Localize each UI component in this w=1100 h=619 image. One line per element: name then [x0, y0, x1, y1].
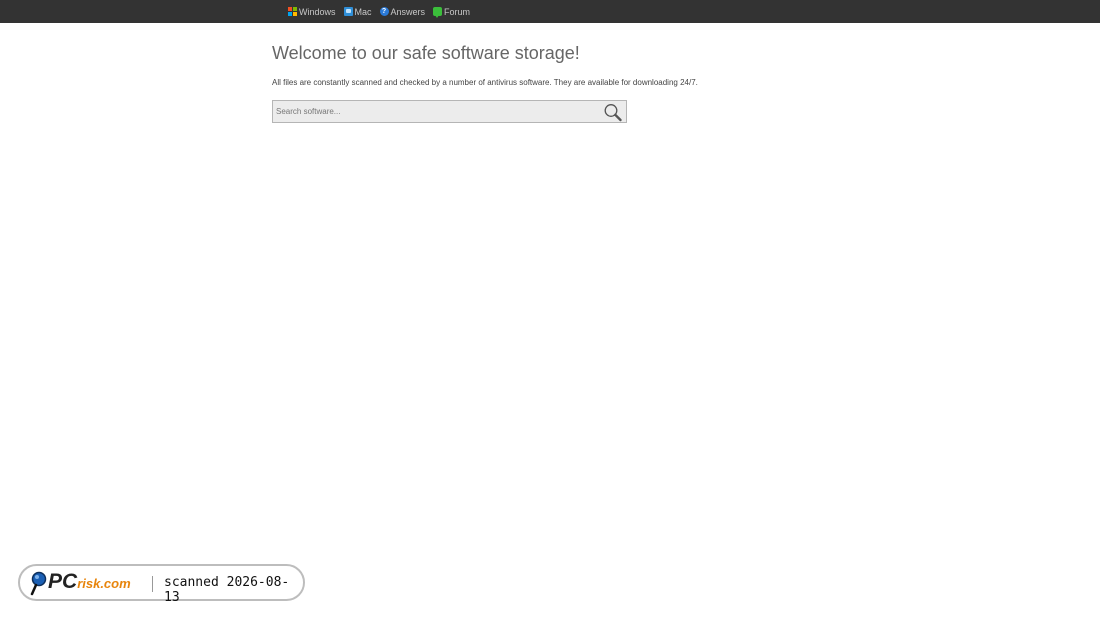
nav-item-label: Mac — [354, 6, 372, 17]
nav-item-answers[interactable]: ? Answers — [379, 6, 426, 17]
pcrisk-logo: PCrisk.com — [30, 570, 131, 596]
forum-icon — [433, 7, 443, 18]
nav-item-windows[interactable]: Windows — [288, 7, 336, 17]
magnifier-logo-icon — [30, 571, 47, 596]
windows-icon — [288, 7, 297, 16]
page-title: Welcome to our safe software storage! — [272, 43, 580, 63]
nav-item-forum[interactable]: Forum — [433, 6, 471, 18]
scan-badge: PCrisk.com scanned 2026-08-13 — [18, 564, 305, 605]
badge-divider — [152, 576, 153, 592]
nav-item-label: Forum — [444, 6, 471, 17]
mac-icon — [343, 7, 353, 16]
scan-date-text: scanned 2026-08-13 — [164, 575, 290, 605]
logo-risk-text: risk.com — [77, 576, 131, 591]
nav-item-label: Answers — [390, 6, 426, 17]
top-nav-bar: Windows Mac ? Answers Forum — [0, 0, 1100, 23]
search-box — [272, 100, 627, 123]
search-icon — [604, 104, 622, 122]
answers-icon: ? — [379, 7, 389, 16]
logo-pc-text: PC — [48, 570, 78, 593]
nav-item-mac[interactable]: Mac — [343, 6, 372, 17]
search-input[interactable] — [273, 101, 598, 122]
top-nav: Windows Mac ? Answers Forum — [288, 0, 478, 23]
page-description: All files are constantly scanned and che… — [272, 78, 698, 87]
nav-item-label: Windows — [299, 6, 336, 17]
search-button[interactable] — [603, 103, 623, 122]
